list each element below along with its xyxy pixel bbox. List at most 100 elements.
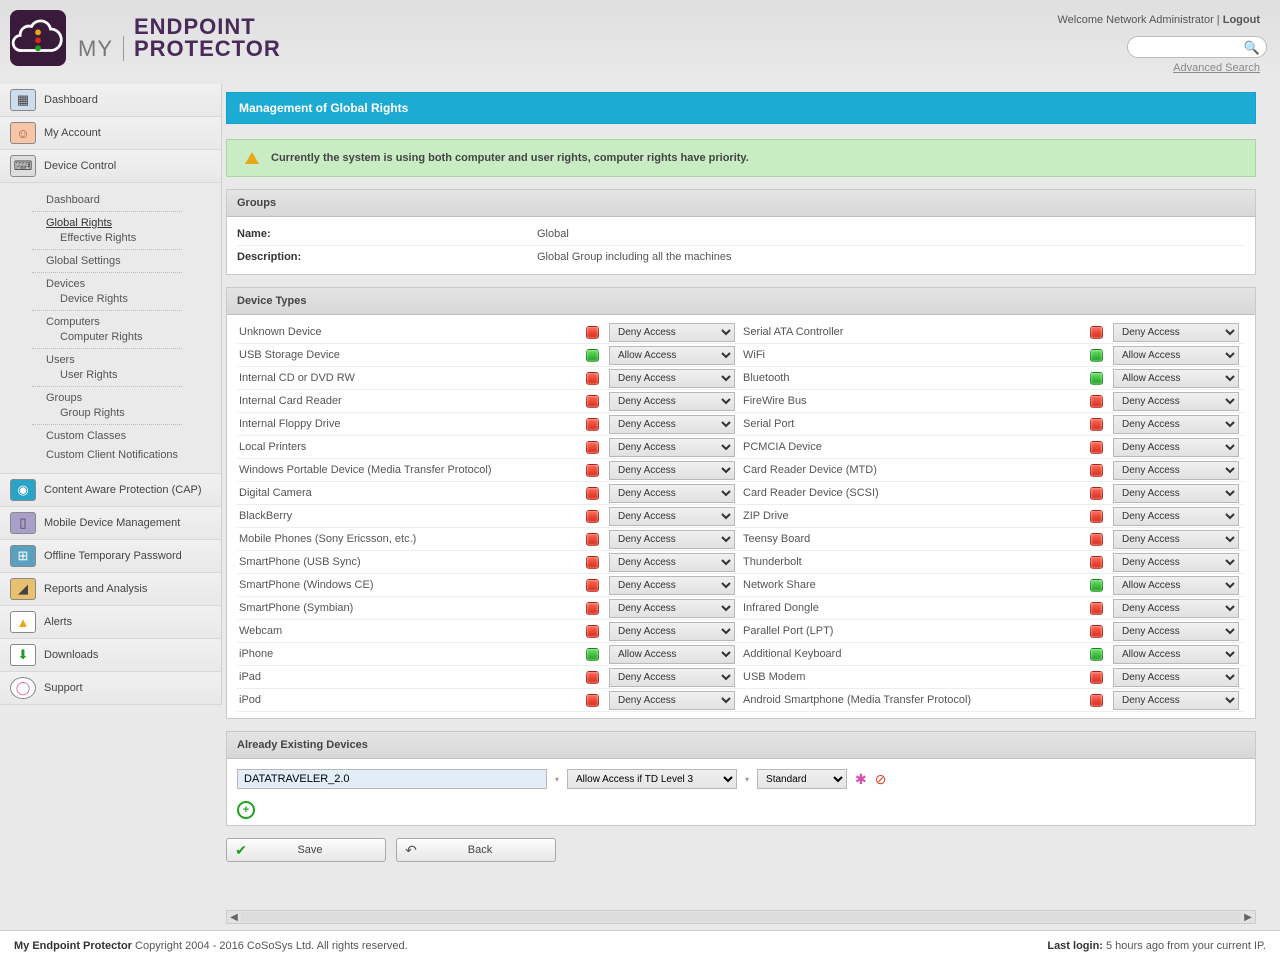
device-type-label: Android Smartphone (Media Transfer Proto… xyxy=(741,694,1090,706)
status-deny-icon xyxy=(1090,533,1103,546)
subnav-custom-classes[interactable]: Custom Classes xyxy=(46,430,126,442)
device-access-select[interactable]: Deny Access xyxy=(609,622,735,641)
device-type-row: ThunderboltDeny Access xyxy=(741,551,1245,574)
existing-device-name-input[interactable] xyxy=(237,769,547,789)
scroll-right-icon[interactable]: ▶ xyxy=(1241,912,1255,923)
subnav-effective-rights[interactable]: Effective Rights xyxy=(60,232,136,244)
device-access-select[interactable]: Deny Access xyxy=(609,415,735,434)
device-access-select[interactable]: Deny Access xyxy=(609,392,735,411)
sidebar-item-dashboard[interactable]: ▦Dashboard xyxy=(0,84,221,117)
footer: My Endpoint Protector Copyright 2004 - 2… xyxy=(0,930,1280,960)
sidebar-item-downloads[interactable]: ⬇Downloads xyxy=(0,639,221,672)
existing-access-select[interactable]: Allow Access if TD Level 3 xyxy=(567,769,737,789)
subnav-groups[interactable]: Groups xyxy=(46,392,82,404)
device-access-select[interactable]: Deny Access xyxy=(1113,691,1239,710)
user-icon: ☺ xyxy=(10,122,36,144)
device-type-row: iPadDeny Access xyxy=(237,666,741,689)
subnav-dashboard[interactable]: Dashboard xyxy=(46,194,100,206)
sidebar-item-alerts[interactable]: ▲Alerts xyxy=(0,606,221,639)
device-type-row: FireWire BusDeny Access xyxy=(741,390,1245,413)
device-type-label: Internal Floppy Drive xyxy=(237,418,586,430)
advanced-search-link[interactable]: Advanced Search xyxy=(1057,62,1260,74)
subnav-computer-rights[interactable]: Computer Rights xyxy=(60,331,143,343)
group-name-label: Name: xyxy=(237,228,537,240)
status-deny-icon xyxy=(1090,464,1103,477)
device-access-select[interactable]: Allow Access xyxy=(1113,645,1239,664)
status-deny-icon xyxy=(586,395,599,408)
existing-mode-select[interactable]: Standard xyxy=(757,769,847,789)
subnav-users[interactable]: Users xyxy=(46,354,75,366)
separator-dot: ▾ xyxy=(555,775,559,784)
logout-link[interactable]: Logout xyxy=(1223,14,1260,26)
device-type-label: Additional Keyboard xyxy=(741,648,1090,660)
device-type-label: ZIP Drive xyxy=(741,510,1090,522)
subnav-devices[interactable]: Devices xyxy=(46,278,85,290)
device-access-select[interactable]: Deny Access xyxy=(1113,668,1239,687)
device-type-label: Network Share xyxy=(741,579,1090,591)
device-access-select[interactable]: Deny Access xyxy=(609,507,735,526)
status-deny-icon xyxy=(1090,510,1103,523)
device-type-row: Local PrintersDeny Access xyxy=(237,436,741,459)
sidebar-item-support[interactable]: ◯Support xyxy=(0,672,221,705)
subnav-computers[interactable]: Computers xyxy=(46,316,100,328)
status-allow-icon xyxy=(1090,648,1103,661)
subnav-custom-notifications[interactable]: Custom Client Notifications xyxy=(46,449,178,461)
device-access-select[interactable]: Deny Access xyxy=(1113,530,1239,549)
subnav-global-settings[interactable]: Global Settings xyxy=(46,255,121,267)
device-type-label: PCMCIA Device xyxy=(741,441,1090,453)
device-access-select[interactable]: Deny Access xyxy=(609,323,735,342)
device-access-select[interactable]: Deny Access xyxy=(609,599,735,618)
device-access-select[interactable]: Deny Access xyxy=(1113,599,1239,618)
back-button[interactable]: ↶Back xyxy=(396,838,556,862)
delete-icon[interactable]: ⊘ xyxy=(875,771,887,788)
header: MYENDPOINTPROTECTOR Welcome Network Admi… xyxy=(0,0,1280,80)
device-access-select[interactable]: Deny Access xyxy=(609,438,735,457)
disconnect-icon[interactable]: ✱ xyxy=(855,771,867,788)
device-access-select[interactable]: Deny Access xyxy=(609,668,735,687)
device-type-label: Windows Portable Device (Media Transfer … xyxy=(237,464,586,476)
device-access-select[interactable]: Deny Access xyxy=(609,484,735,503)
sidebar-item-my-account[interactable]: ☺My Account xyxy=(0,117,221,150)
scroll-left-icon[interactable]: ◀ xyxy=(227,912,241,923)
device-access-select[interactable]: Deny Access xyxy=(1113,323,1239,342)
device-access-select[interactable]: Deny Access xyxy=(1113,553,1239,572)
device-type-row: iPodDeny Access xyxy=(237,689,741,712)
device-access-select[interactable]: Deny Access xyxy=(609,553,735,572)
device-access-select[interactable]: Deny Access xyxy=(1113,507,1239,526)
tablet-icon: ▯ xyxy=(10,512,36,534)
device-access-select[interactable]: Deny Access xyxy=(609,691,735,710)
add-device-button[interactable]: + xyxy=(237,801,255,819)
device-type-label: USB Storage Device xyxy=(237,349,586,361)
device-access-select[interactable]: Allow Access xyxy=(609,645,735,664)
sidebar-item-otp[interactable]: ⊞Offline Temporary Password xyxy=(0,540,221,573)
device-access-select[interactable]: Deny Access xyxy=(1113,461,1239,480)
device-access-select[interactable]: Deny Access xyxy=(1113,438,1239,457)
device-access-select[interactable]: Deny Access xyxy=(1113,484,1239,503)
search-icon[interactable]: 🔍 xyxy=(1244,40,1260,55)
device-access-select[interactable]: Deny Access xyxy=(1113,415,1239,434)
device-access-select[interactable]: Deny Access xyxy=(609,369,735,388)
device-access-select[interactable]: Deny Access xyxy=(609,530,735,549)
device-access-select[interactable]: Allow Access xyxy=(1113,346,1239,365)
horizontal-scrollbar[interactable]: ◀ ▶ xyxy=(226,910,1256,924)
device-type-label: Serial Port xyxy=(741,418,1090,430)
device-access-select[interactable]: Deny Access xyxy=(609,576,735,595)
subnav-global-rights[interactable]: Global Rights xyxy=(46,217,112,229)
save-button[interactable]: ✔Save xyxy=(226,838,386,862)
sidebar-item-reports[interactable]: ◢Reports and Analysis xyxy=(0,573,221,606)
device-access-select[interactable]: Allow Access xyxy=(609,346,735,365)
subnav-group-rights[interactable]: Group Rights xyxy=(60,407,125,419)
subnav-device-rights[interactable]: Device Rights xyxy=(60,293,128,305)
sidebar-item-cap[interactable]: ◉Content Aware Protection (CAP) xyxy=(0,474,221,507)
device-access-select[interactable]: Allow Access xyxy=(1113,576,1239,595)
sidebar-item-device-control[interactable]: ⌨Device Control xyxy=(0,150,221,183)
subnav-user-rights[interactable]: User Rights xyxy=(60,369,117,381)
device-type-row: Serial Port Deny Access xyxy=(741,413,1245,436)
sidebar-item-mdm[interactable]: ▯Mobile Device Management xyxy=(0,507,221,540)
device-access-select[interactable]: Allow Access xyxy=(1113,369,1239,388)
status-deny-icon xyxy=(586,533,599,546)
welcome-text: Welcome Network Administrator | Logout xyxy=(1057,14,1260,26)
device-access-select[interactable]: Deny Access xyxy=(609,461,735,480)
device-access-select[interactable]: Deny Access xyxy=(1113,392,1239,411)
device-access-select[interactable]: Deny Access xyxy=(1113,622,1239,641)
